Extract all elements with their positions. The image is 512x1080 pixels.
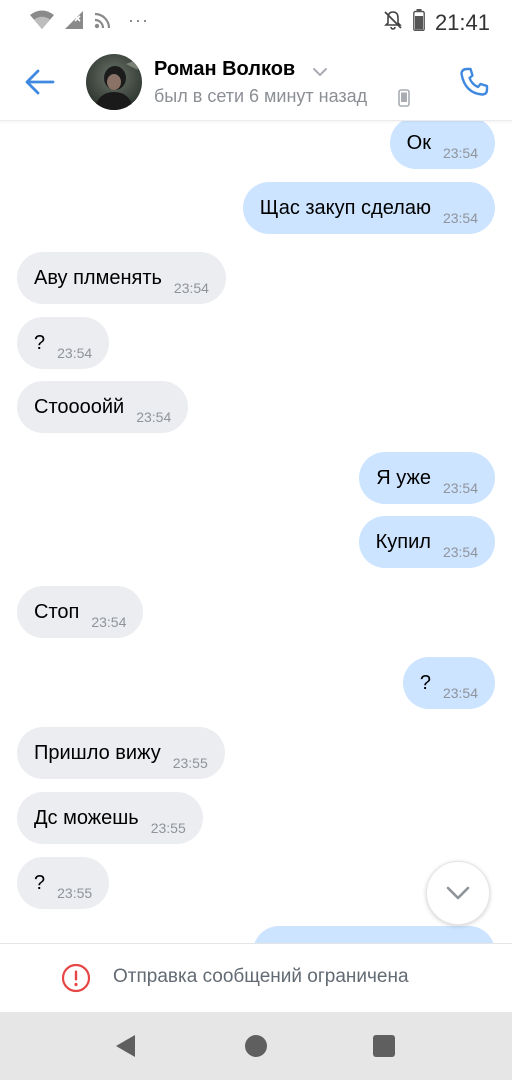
- message-text: ?: [34, 871, 46, 894]
- message-time: 23:54: [442, 544, 478, 560]
- wifi-icon: [30, 10, 54, 30]
- messaging-restricted-banner: Отправка сообщений ограничена: [0, 943, 512, 1013]
- message-time: 23:55: [150, 820, 186, 836]
- chevron-down-icon: [446, 886, 470, 900]
- outgoing-message[interactable]: ? 23:54: [402, 657, 495, 709]
- message-text: Пришло вижу: [34, 741, 161, 764]
- message-text: Дс можешь: [34, 806, 139, 829]
- arrow-left-icon: [25, 69, 55, 95]
- system-nav-bar: [0, 1012, 512, 1080]
- message-time: 23:54: [442, 685, 478, 701]
- message-text: Щас закуп сделаю: [259, 196, 431, 219]
- incoming-message[interactable]: ? 23:55: [17, 857, 110, 909]
- scroll-to-bottom-button[interactable]: [426, 861, 490, 925]
- outgoing-message[interactable]: [253, 926, 495, 943]
- message-time: 23:54: [57, 345, 93, 361]
- message-list[interactable]: Ок 23:54 Щас закуп сделаю 23:54 Аву плменять…: [0, 0, 512, 943]
- call-button[interactable]: [454, 62, 494, 102]
- outgoing-message[interactable]: Я уже 23:54: [359, 452, 495, 504]
- message-time: 23:54: [442, 145, 478, 161]
- incoming-message[interactable]: Аву плменять 23:54: [17, 252, 226, 304]
- message-time: 23:54: [173, 280, 209, 296]
- nav-home-button[interactable]: [245, 1035, 267, 1057]
- incoming-message[interactable]: Пришло вижу 23:55: [17, 727, 225, 779]
- incoming-message[interactable]: ? 23:54: [17, 317, 110, 369]
- message-text: Я уже: [376, 466, 431, 489]
- restriction-text: Отправка сообщений ограничена: [113, 966, 409, 987]
- back-button[interactable]: [22, 64, 58, 100]
- message-text: Купил: [375, 530, 431, 553]
- message-text: Стоооойй: [34, 395, 125, 418]
- signal-icon: [64, 10, 84, 30]
- avatar[interactable]: [86, 54, 142, 110]
- message-text: Ок: [406, 131, 431, 154]
- last-seen-status: был в сети 6 минут назад: [154, 86, 368, 106]
- message-text: Стоп: [34, 600, 80, 623]
- clock: 21:41: [434, 9, 490, 35]
- nav-back-button[interactable]: [115, 1034, 137, 1063]
- phone-icon: [460, 67, 489, 96]
- message-time: 23:55: [57, 885, 93, 901]
- contact-name[interactable]: Роман Волков: [154, 58, 295, 81]
- chat-header: Роман Волков был в сети 6 минут назад: [0, 46, 512, 121]
- outgoing-message[interactable]: Купил 23:54: [358, 516, 495, 568]
- status-bar: ··· 21:41: [0, 0, 512, 46]
- incoming-message[interactable]: Стоооойй 23:54: [17, 381, 189, 433]
- message-time: 23:54: [91, 614, 127, 630]
- message-text: ?: [419, 671, 431, 694]
- message-time: 23:54: [442, 210, 478, 226]
- battery-icon: [413, 9, 425, 36]
- outgoing-message[interactable]: Ок 23:54: [389, 117, 495, 169]
- triangle-back-icon: [116, 1035, 135, 1057]
- mobile-device-icon: [398, 89, 410, 112]
- mute-bell-icon: [383, 10, 403, 35]
- outgoing-message[interactable]: Щас закуп сделаю 23:54: [242, 182, 495, 234]
- message-time: 23:55: [172, 755, 208, 771]
- message-time: 23:54: [136, 409, 172, 425]
- message-time: 23:54: [442, 480, 478, 496]
- cast-icon: [94, 11, 112, 29]
- chevron-down-icon[interactable]: [312, 64, 328, 82]
- incoming-message[interactable]: Дс можешь 23:55: [17, 792, 203, 844]
- incoming-message[interactable]: Стоп 23:54: [17, 586, 144, 638]
- message-text: Аву плменять: [34, 266, 162, 289]
- message-text: ?: [34, 331, 46, 354]
- exclamation-circle-icon: [61, 963, 91, 998]
- nav-recents-button[interactable]: [373, 1035, 395, 1057]
- more-notifications-icon: ···: [128, 10, 149, 30]
